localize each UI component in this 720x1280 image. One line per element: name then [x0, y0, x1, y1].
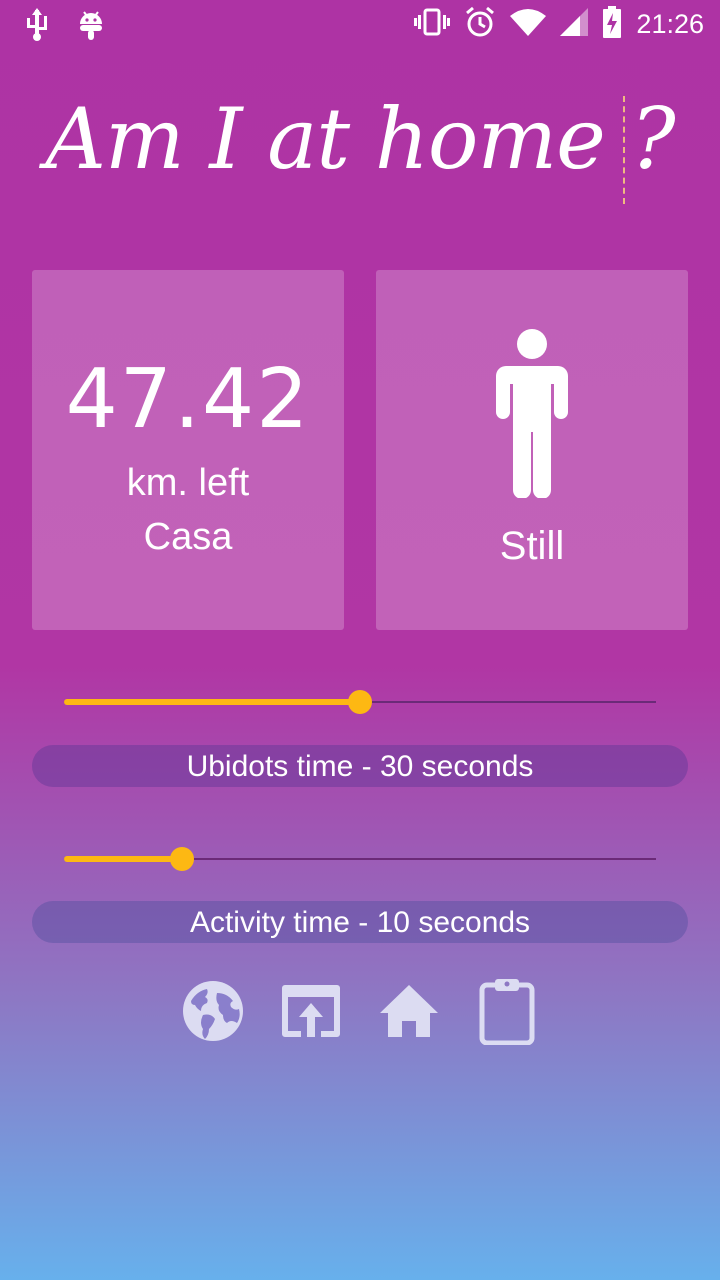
- ubidots-time-slider[interactable]: [64, 687, 656, 717]
- destination-name: Casa: [143, 516, 233, 558]
- distance-card: 47.42 km. left Casa: [32, 270, 344, 630]
- bottom-action-bar: [180, 978, 540, 1045]
- distance-value: 47.42: [65, 352, 311, 447]
- slider-thumb[interactable]: [170, 847, 195, 871]
- activity-time-slider[interactable]: [64, 844, 656, 874]
- open-in-browser-icon[interactable]: [278, 978, 344, 1044]
- vibrate-icon: [414, 7, 451, 41]
- globe-icon[interactable]: [180, 978, 246, 1044]
- alarm-icon: [464, 6, 496, 42]
- distance-unit: km. left: [126, 462, 250, 504]
- app-title: Am I at home ?: [45, 90, 675, 188]
- activity-label: Still: [499, 524, 565, 568]
- status-time: 21:26: [636, 8, 704, 39]
- status-bar: 21:26: [0, 0, 720, 50]
- clipboard-icon[interactable]: [474, 978, 540, 1045]
- home-icon[interactable]: [376, 978, 442, 1044]
- battery-charging-icon: [602, 6, 622, 42]
- signal-icon: [560, 8, 589, 40]
- wifi-icon: [510, 8, 547, 40]
- text-cursor: [623, 96, 625, 204]
- activity-time-label: Activity time - 10 seconds: [32, 901, 688, 943]
- slider-fill: [64, 699, 360, 705]
- slider-fill: [64, 856, 183, 862]
- ubidots-time-label: Ubidots time - 30 seconds: [32, 745, 688, 787]
- usb-icon: [22, 8, 52, 46]
- android-icon: [76, 8, 106, 46]
- slider-thumb[interactable]: [348, 690, 372, 714]
- activity-card: Still: [376, 270, 688, 630]
- person-standing-icon: [492, 328, 572, 502]
